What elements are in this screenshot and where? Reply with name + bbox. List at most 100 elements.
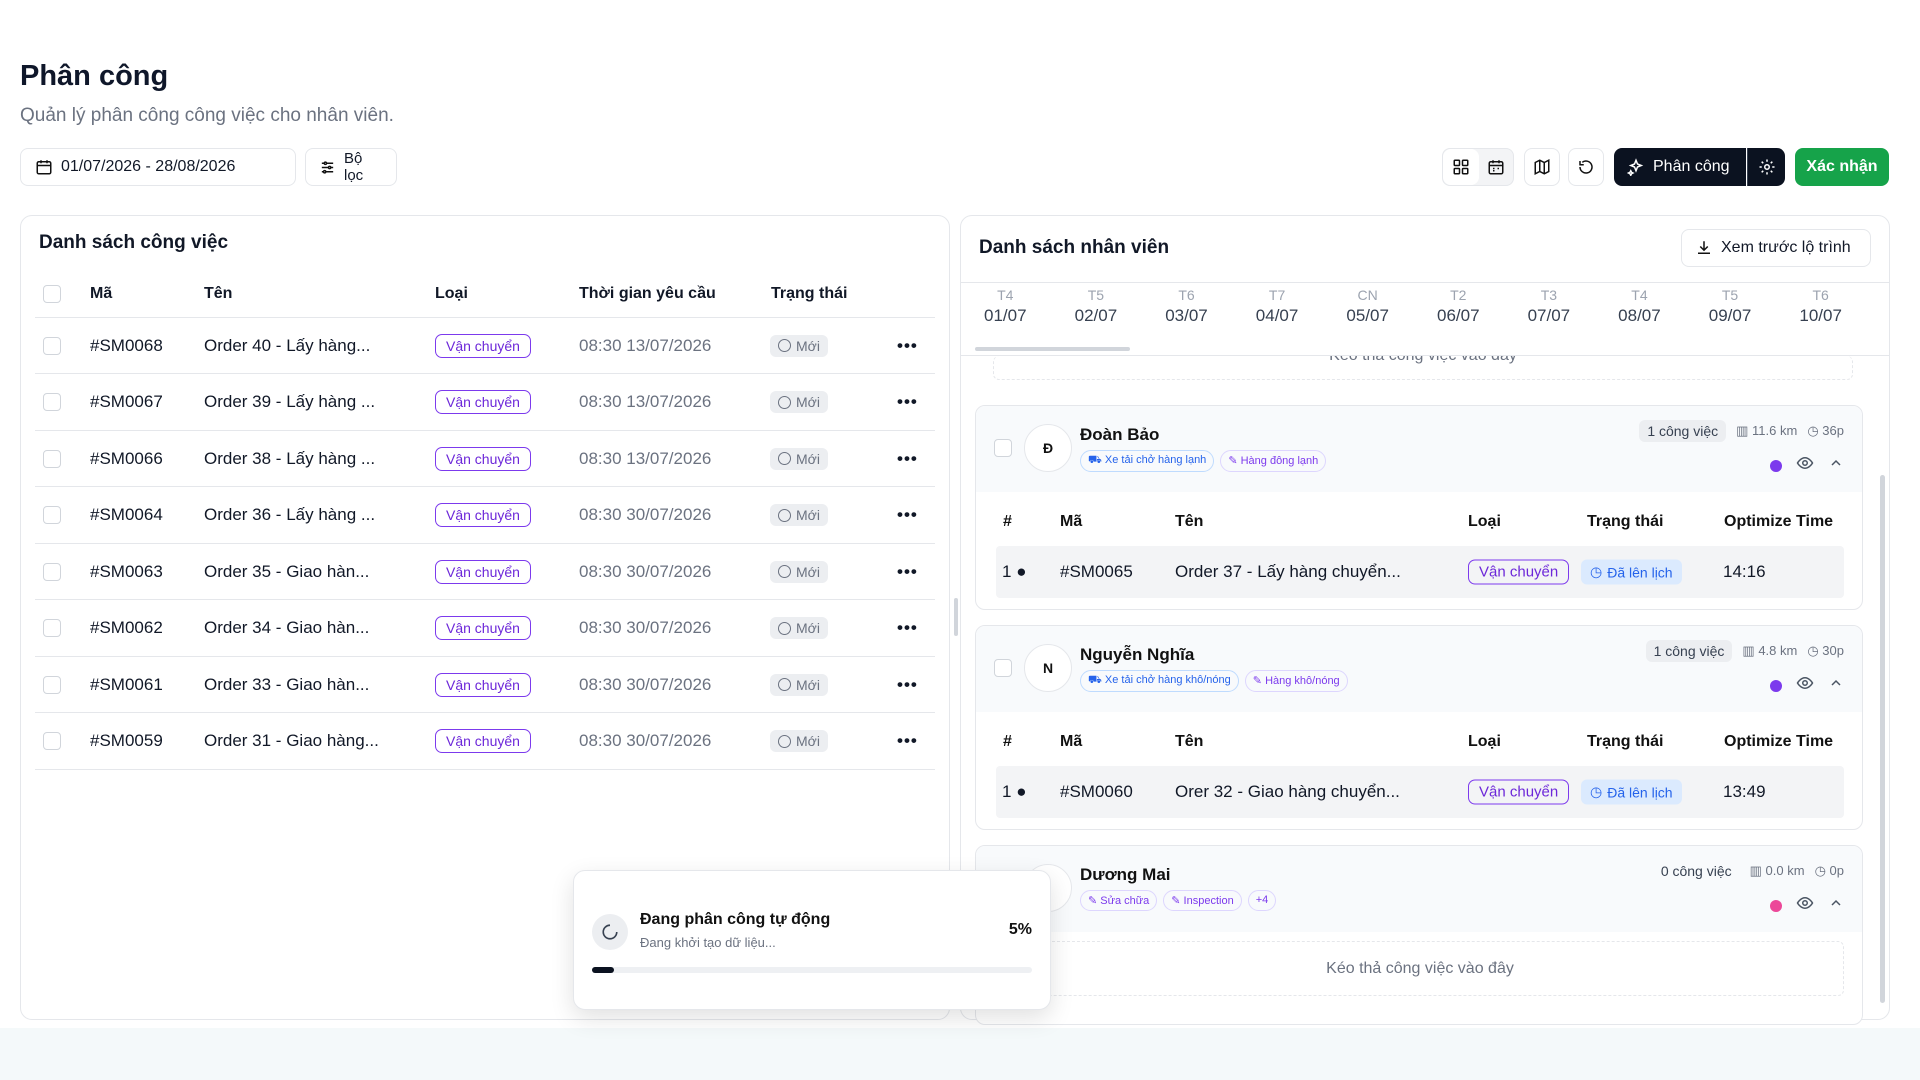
col-status: Trạng thái [1587, 733, 1664, 750]
eye-icon[interactable] [1796, 894, 1814, 917]
assign-settings-button[interactable] [1747, 148, 1785, 186]
grid-view-button[interactable] [1443, 149, 1479, 185]
row-checkbox[interactable] [43, 449, 61, 468]
table-row[interactable]: #SM0066 Order 38 - Lấy hàng ... Vận chuyển… [35, 431, 935, 487]
distance: ▥ 0.0 km [1750, 863, 1805, 879]
row-checkbox[interactable] [43, 619, 61, 637]
color-dot-icon[interactable] [1770, 459, 1782, 472]
day-column[interactable]: T5 02/07 [1051, 287, 1142, 355]
employee-card[interactable]: Đ Đoàn Bảo ⛟ Xe tải chở hàng lạnh ✎ Hàng đô… [975, 405, 1863, 610]
table-row[interactable]: #SM0068 Order 40 - Lấy hàng... Vận chuyển 0… [35, 318, 935, 374]
color-dot-icon[interactable] [1770, 899, 1782, 912]
skill-tag: ✎ Hàng đông lạnh [1220, 450, 1327, 472]
col-optimize-time: Optimize Time [1724, 513, 1834, 530]
status-label: Mới [796, 733, 820, 749]
route-preview-label: Xem trước lộ trình [1721, 239, 1851, 256]
day-column[interactable]: T7 04/07 [1232, 287, 1323, 355]
employee-actions [1770, 894, 1844, 917]
job-code: #SM0068 [90, 335, 163, 355]
job-type-badge: Vận chuyển [435, 503, 531, 527]
more-actions-icon[interactable]: ••• [897, 675, 918, 695]
distance-value: 4.8 km [1758, 643, 1798, 658]
status-label: Mới [796, 450, 820, 467]
assigned-job-row[interactable]: 1 ● #SM0060 Orer 32 - Giao hàng chuyển... V… [996, 766, 1844, 818]
day-column[interactable]: T4 01/07 [960, 287, 1051, 355]
chevron-up-icon[interactable] [1828, 895, 1844, 916]
day-of-week: T4 [1631, 287, 1648, 303]
row-checkbox[interactable] [43, 393, 61, 411]
day-column[interactable]: T3 07/07 [1504, 287, 1595, 355]
more-actions-icon[interactable]: ••• [897, 392, 918, 412]
drop-zone-top[interactable]: Kéo thả công việc vào đây [993, 356, 1853, 380]
map-view-button[interactable] [1524, 148, 1560, 186]
employee-checkbox[interactable] [994, 439, 1012, 457]
eye-icon[interactable] [1796, 454, 1814, 477]
avatar: N [1024, 644, 1072, 692]
job-num-value: 1 [1002, 782, 1012, 801]
employee-card[interactable]: N Nguyễn Nghĩa ⛟ Xe tải chở hàng khô/nóng ✎… [975, 625, 1863, 830]
panel-resize-handle[interactable] [954, 598, 958, 636]
table-row[interactable]: #SM0061 Order 33 - Giao hàn... Vận chuyển 0… [35, 657, 935, 713]
chevron-up-icon[interactable] [1828, 675, 1844, 696]
duration: ◷ 36p [1807, 423, 1844, 439]
col-code: Mã [1060, 513, 1083, 530]
more-actions-icon[interactable]: ••• [897, 505, 918, 525]
table-row[interactable]: #SM0062 Order 34 - Giao hàn... Vận chuyển 0… [35, 601, 935, 657]
row-checkbox[interactable] [43, 675, 61, 694]
row-checkbox[interactable] [43, 336, 61, 355]
row-checkbox[interactable] [43, 562, 61, 581]
row-checkbox[interactable] [43, 732, 61, 750]
download-icon [1695, 239, 1713, 257]
day-strip-scrollbar[interactable] [975, 347, 1130, 351]
day-column[interactable]: T4 08/07 [1594, 287, 1685, 355]
assign-label: Phân công [1653, 158, 1730, 175]
more-actions-icon[interactable]: ••• [897, 336, 918, 356]
table-row[interactable]: #SM0063 Order 35 - Giao hàn... Vận chuyển 0… [35, 544, 935, 600]
table-row[interactable]: #SM0064 Order 36 - Lấy hàng ... Vận chuyển… [35, 488, 935, 544]
table-row[interactable]: #SM0067 Order 39 - Lấy hàng ... Vận chuyển… [35, 375, 935, 431]
day-date: 02/07 [1074, 306, 1118, 325]
filter-button[interactable]: Bộ lọc [305, 148, 397, 186]
eye-icon[interactable] [1796, 674, 1814, 697]
day-date: 05/07 [1346, 306, 1389, 325]
staff-scrollbar[interactable] [1880, 475, 1885, 1003]
wrench-icon: ✎ [1228, 455, 1241, 467]
day-column[interactable]: T6 03/07 [1141, 287, 1232, 355]
distance-value: 11.6 km [1752, 423, 1798, 438]
more-actions-icon[interactable]: ••• [897, 618, 918, 638]
job-type-badge: Vận chuyển [1468, 779, 1570, 805]
assign-button[interactable]: Phân công [1614, 148, 1746, 186]
col-num: # [1003, 733, 1012, 750]
color-dot-icon[interactable] [1770, 679, 1782, 692]
job-num: 1 ● [1002, 782, 1026, 802]
select-all-checkbox[interactable] [43, 285, 61, 303]
more-actions-icon[interactable]: ••• [897, 449, 918, 469]
job-time: 08:30 13/07/2026 [579, 335, 712, 355]
table-row[interactable]: #SM0059 Order 31 - Giao hàng... Vận chuyển… [35, 714, 935, 770]
route-preview-button[interactable]: Xem trước lộ trình [1681, 229, 1871, 267]
confirm-button[interactable]: Xác nhận [1795, 148, 1889, 186]
employee-stats: 1 công việc ▥ 4.8 km ◷ 30p [1645, 640, 1844, 662]
assigned-job-row[interactable]: 1 ● #SM0065 Order 37 - Lấy hàng chuyển... V… [996, 546, 1844, 598]
day-column[interactable]: T5 09/07 [1685, 287, 1776, 355]
calendar-view-button[interactable] [1479, 149, 1513, 185]
more-actions-icon[interactable]: ••• [897, 731, 918, 751]
refresh-button[interactable] [1568, 148, 1604, 186]
date-range-value: 01/07/2026 - 28/08/2026 [61, 158, 236, 175]
circle-icon [778, 734, 791, 748]
day-column[interactable]: T6 10/07 [1775, 287, 1866, 355]
day-column[interactable]: T2 06/07 [1413, 287, 1504, 355]
filter-label: Bộ lọc [344, 150, 364, 184]
employee-checkbox[interactable] [994, 659, 1012, 677]
day-column[interactable]: CN 05/07 [1322, 287, 1413, 355]
day-of-week: T6 [1812, 287, 1829, 303]
circle-icon [778, 452, 791, 465]
duration: ◷ 30p [1807, 643, 1844, 659]
employee-card[interactable]: Dương Mai ✎ Sửa chữa ✎ Inspection +4 0 công … [975, 845, 1863, 1025]
date-range-picker[interactable]: 01/07/2026 - 28/08/2026 [20, 148, 296, 186]
more-actions-icon[interactable]: ••• [897, 562, 918, 582]
circle-icon [778, 678, 791, 691]
chevron-up-icon[interactable] [1828, 455, 1844, 476]
row-checkbox[interactable] [43, 506, 61, 524]
drop-zone[interactable]: Kéo thả công việc vào đây [996, 941, 1844, 996]
